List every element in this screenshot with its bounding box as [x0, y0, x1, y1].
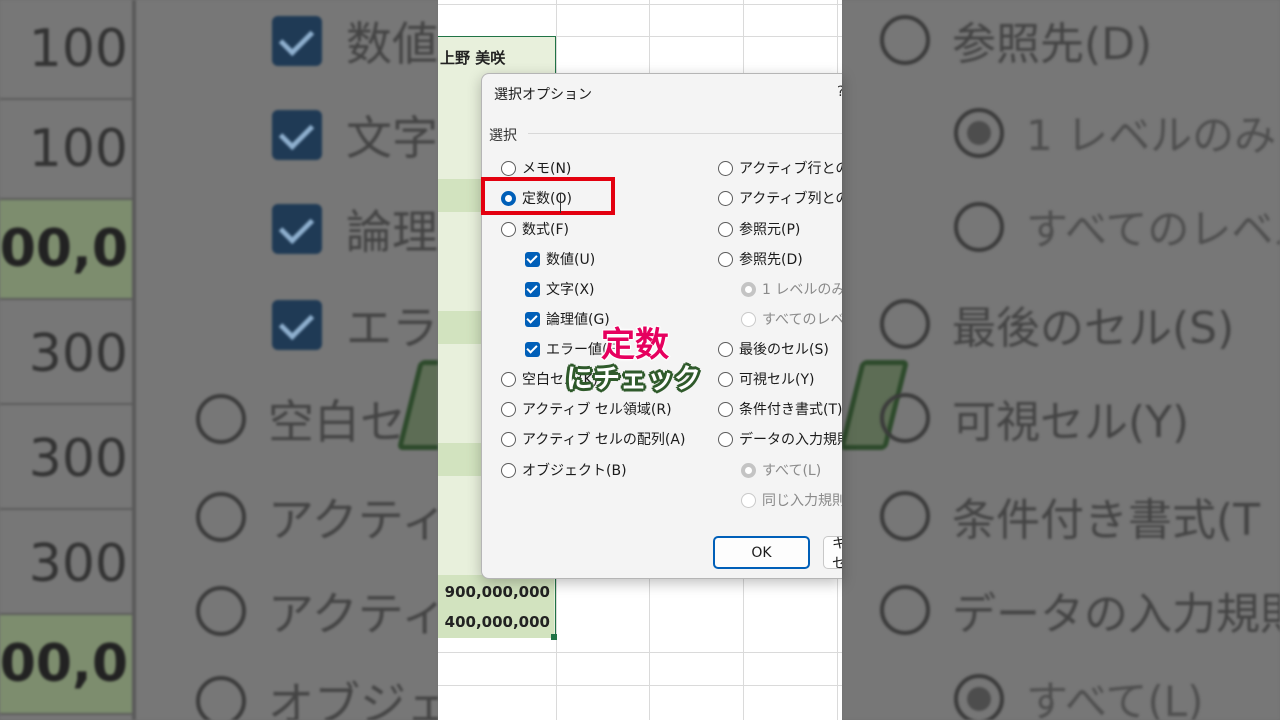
option-formulas[interactable]: 数式(F) — [501, 219, 569, 239]
bg-option: 数値 — [272, 8, 438, 74]
bg-option: エラー — [272, 292, 438, 358]
bg-option: 条件付き書式(T — [880, 484, 1260, 548]
checkbox-icon — [272, 300, 322, 350]
radio-icon — [196, 492, 246, 542]
option-row-differences[interactable]: アクティブ行との相違(W) — [718, 158, 842, 178]
option-last-cell[interactable]: 最後のセル(S) — [718, 339, 829, 359]
radio-icon — [880, 393, 930, 443]
caption-subtitle: にチェック — [566, 364, 701, 395]
option-current-region[interactable]: アクティブ セル領域(R) — [501, 399, 672, 419]
radio-icon[interactable] — [718, 160, 733, 176]
bg-column-separator — [132, 0, 136, 720]
option-dependents[interactable]: 参照先(D) — [718, 249, 803, 269]
bg-option: オブジェク — [196, 668, 438, 720]
grid-line — [438, 652, 842, 653]
option-data-validation[interactable]: データの入力規則(V) — [718, 429, 842, 449]
highlight-box — [481, 177, 615, 215]
checkbox-logicals[interactable]: 論理値(G) — [525, 309, 610, 329]
bg-option: 論理 — [272, 196, 438, 262]
checkbox-icon — [272, 110, 322, 160]
radio-icon[interactable] — [501, 221, 516, 237]
checkbox-checked-icon[interactable] — [525, 341, 540, 357]
radio-icon — [880, 299, 930, 349]
background-left-zoom: 100 100 300,0 300 300 300 900,0 数値 文字 論理… — [0, 0, 438, 720]
bg-option: 最後のセル(S) — [880, 292, 1234, 356]
text-cursor — [560, 193, 561, 213]
option-precedents[interactable]: 参照元(P) — [718, 219, 800, 239]
option-objects[interactable]: オブジェクト(B) — [501, 460, 627, 480]
radio-icon — [954, 107, 1004, 158]
bg-cell: 300 — [0, 515, 132, 615]
radio-icon — [954, 201, 1004, 252]
bg-cell: 300 — [0, 410, 132, 510]
help-button[interactable]: ? — [837, 84, 842, 100]
radio-icon[interactable] — [718, 190, 733, 206]
radio-icon — [880, 491, 930, 541]
option-comments[interactable]: メモ(N) — [501, 158, 571, 178]
option-validation-same: 同じ入力規則(E) — [741, 490, 842, 510]
option-visible-cells[interactable]: 可視セル(Y) — [718, 369, 814, 389]
grid-line — [438, 685, 842, 686]
radio-icon[interactable] — [501, 160, 516, 176]
radio-icon — [196, 394, 246, 444]
checkbox-checked-icon[interactable] — [525, 251, 540, 267]
bg-option: 可視セル(Y) — [880, 386, 1189, 450]
radio-icon[interactable] — [718, 401, 733, 417]
radio-disabled-icon — [741, 492, 756, 508]
group-divider — [528, 133, 842, 134]
bg-option: 参照先(D) — [880, 8, 1152, 72]
checkbox-checked-icon[interactable] — [525, 281, 540, 297]
radio-icon — [954, 673, 1004, 720]
cell-total[interactable]: 900,000,000 — [438, 575, 554, 608]
checkbox-checked-icon[interactable] — [525, 311, 540, 327]
bg-cell: 300 — [0, 305, 132, 405]
checkbox-numbers[interactable]: 数値(U) — [525, 249, 595, 269]
radio-icon[interactable] — [718, 371, 733, 387]
cell-grand-total[interactable]: 400,000,000 — [438, 605, 554, 638]
bg-cell: 900,0 — [0, 615, 132, 715]
cancel-button[interactable]: キャンセル — [823, 536, 842, 572]
radio-icon[interactable] — [501, 401, 516, 417]
option-current-array[interactable]: アクティブ セルの配列(A) — [501, 429, 685, 449]
option-column-differences[interactable]: アクティブ列との相違(M) — [718, 188, 842, 208]
checkbox-icon — [272, 16, 322, 66]
radio-icon[interactable] — [501, 371, 516, 387]
radio-icon — [880, 585, 930, 635]
radio-disabled-icon — [741, 462, 756, 478]
bg-cell: 300,0 — [0, 200, 132, 300]
bg-cell: 100 — [0, 100, 132, 200]
radio-icon[interactable] — [718, 431, 733, 447]
option-validation-all: すべて(L) — [741, 460, 821, 480]
bg-option: すべて(L) — [954, 668, 1204, 720]
radio-icon — [880, 15, 930, 65]
cell-header[interactable]: 上野 美咲 — [438, 41, 554, 74]
radio-icon[interactable] — [501, 462, 516, 478]
bg-option: データの入力規則 — [880, 578, 1280, 642]
radio-disabled-icon — [741, 281, 756, 297]
option-all-levels: すべてのレベル(L) — [741, 309, 842, 329]
option-direct-only: 1 レベルのみ(I) — [741, 279, 842, 299]
checkbox-icon — [272, 204, 322, 254]
bg-right-options: 参照先(D) 1 レベルのみ すべてのレベル 最後のセル(S) 可視セル(Y) … — [842, 0, 1280, 720]
radio-icon[interactable] — [718, 341, 733, 357]
radio-icon[interactable] — [501, 431, 516, 447]
grid-line — [438, 4, 842, 5]
bg-option: アクティブ — [196, 578, 438, 644]
radio-icon[interactable] — [718, 251, 733, 267]
radio-icon[interactable] — [718, 221, 733, 237]
option-conditional-formats[interactable]: 条件付き書式(T) — [718, 399, 842, 419]
bg-option: 文字 — [272, 102, 438, 168]
fill-handle[interactable] — [551, 634, 557, 640]
checkbox-text[interactable]: 文字(X) — [525, 279, 595, 299]
ok-button[interactable]: OK — [713, 536, 810, 569]
dialog-title: 選択オプション — [494, 87, 592, 103]
bg-option: アクティブ — [196, 484, 438, 550]
bg-option: すべてのレベル — [954, 196, 1280, 257]
group-label: 選択 — [489, 128, 517, 144]
bg-option: 1 レベルのみ — [954, 102, 1276, 163]
radio-icon — [196, 586, 246, 636]
bg-cell: 100 — [0, 0, 132, 100]
radio-disabled-icon — [741, 311, 756, 327]
radio-icon — [196, 676, 246, 720]
